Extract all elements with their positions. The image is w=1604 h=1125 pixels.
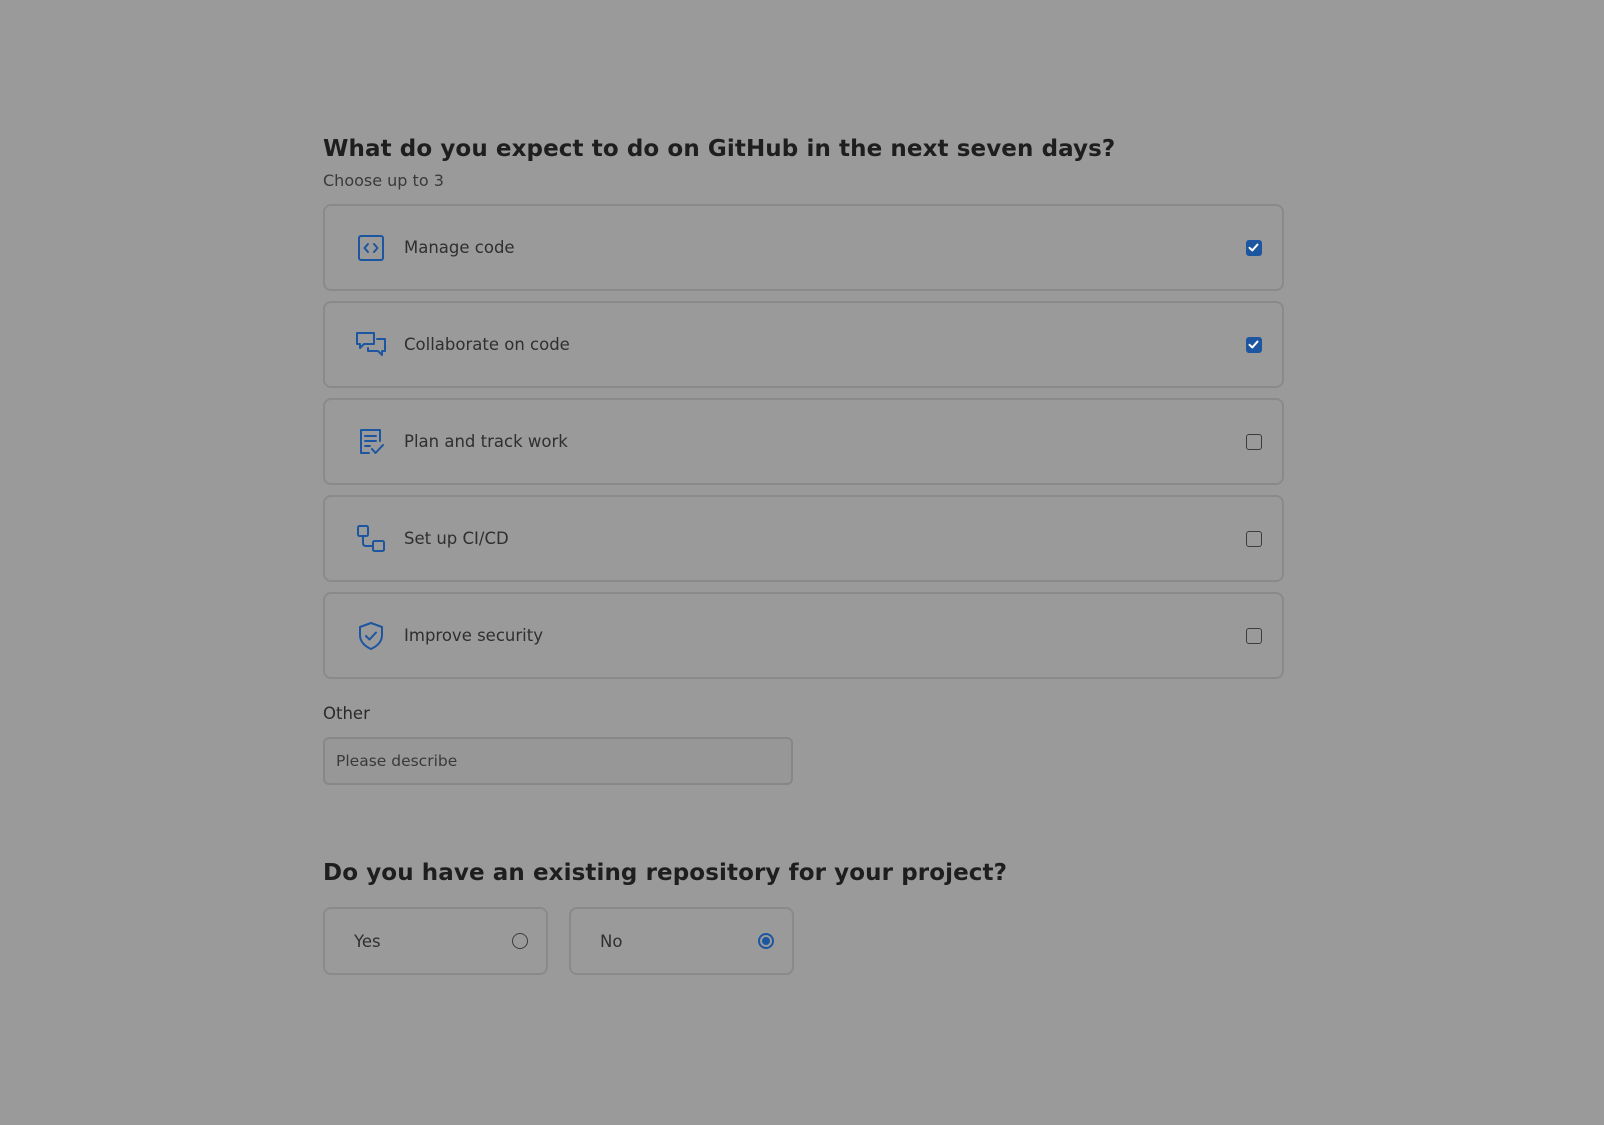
radio-option-yes[interactable]: Yes [323, 907, 548, 975]
comment-discussion-icon [354, 328, 388, 362]
set-up-ci-cd-checkbox[interactable] [1246, 530, 1262, 547]
option-set-up-ci-cd[interactable]: Set up CI/CD [323, 495, 1284, 582]
option-label: Collaborate on code [404, 335, 570, 354]
option-label: Plan and track work [404, 432, 568, 451]
options-list: Manage code Collaborate on code Plan and… [323, 204, 1284, 679]
plan-and-track-work-checkbox[interactable] [1246, 433, 1262, 450]
radio-option-no[interactable]: No [569, 907, 794, 975]
option-label: Improve security [404, 626, 543, 645]
other-label: Other [323, 704, 370, 723]
question-title: What do you expect to do on GitHub in th… [323, 136, 1116, 162]
radio-label-yes: Yes [354, 931, 381, 951]
option-manage-code[interactable]: Manage code [323, 204, 1284, 291]
option-plan-and-track-work[interactable]: Plan and track work [323, 398, 1284, 485]
option-improve-security[interactable]: Improve security [323, 592, 1284, 679]
option-label: Manage code [404, 238, 515, 257]
option-collaborate-on-code[interactable]: Collaborate on code [323, 301, 1284, 388]
repository-question-title: Do you have an existing repository for y… [323, 860, 1008, 886]
collaborate-on-code-checkbox[interactable] [1246, 336, 1262, 353]
other-description-input[interactable] [323, 737, 793, 785]
shield-check-icon [354, 619, 388, 653]
radio-label-no: No [600, 931, 623, 951]
code-square-icon [354, 231, 388, 265]
workflow-icon [354, 522, 388, 556]
option-label: Set up CI/CD [404, 529, 509, 548]
question-subtitle: Choose up to 3 [323, 171, 444, 190]
yes-radio-button[interactable] [512, 933, 528, 949]
no-radio-button[interactable] [758, 933, 774, 949]
repository-options: Yes No [323, 907, 1284, 975]
onboarding-form: What do you expect to do on GitHub in th… [323, 131, 1284, 975]
manage-code-checkbox[interactable] [1246, 239, 1262, 256]
tasklist-icon [354, 425, 388, 459]
improve-security-checkbox[interactable] [1246, 627, 1262, 644]
